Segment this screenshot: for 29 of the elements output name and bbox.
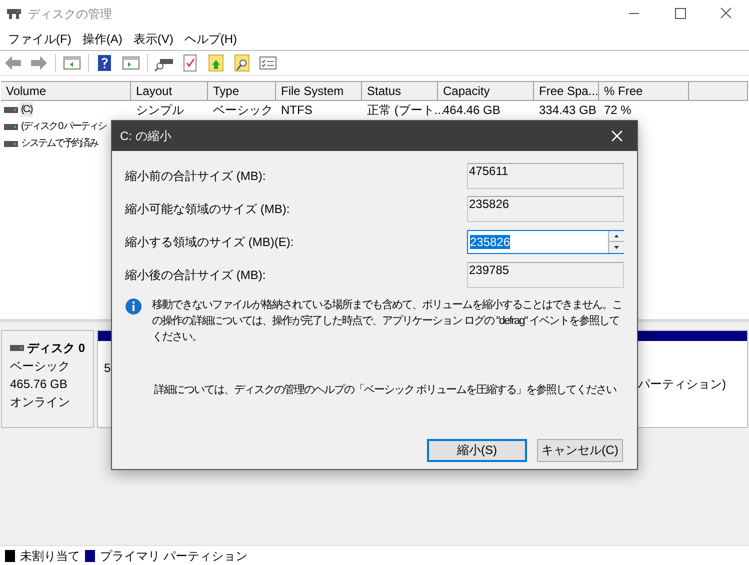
field-label: 縮小可能な領域のサイズ (MB): (125, 201, 291, 218)
table-cell-text: シンプル (135, 102, 185, 118)
readonly-field: 475611 (467, 163, 624, 189)
window-title: ディスクの管理 (28, 6, 112, 22)
legend-label: 未割り当て (20, 548, 80, 564)
disk-size: 465.76 GB (10, 376, 68, 393)
field-label: 縮小後の合計サイズ (MB): (125, 267, 267, 284)
field-label: 縮小前の合計サイズ (MB): (125, 168, 267, 185)
readonly-field: 235826 (467, 196, 624, 222)
table-cell-text: 334.43 GB (538, 102, 598, 118)
help-message: 詳細については、ディスクの管理のヘルプの「ベーシック ボリュームを圧縮する」を参照してください (154, 382, 616, 398)
field-value: 235826 (470, 235, 510, 249)
table-cell-text: ベーシック (212, 102, 274, 118)
disk-type: ベーシック (10, 358, 71, 375)
dialog-title: C: の縮小 (120, 128, 172, 145)
table-cell-text: 72 % (603, 102, 632, 118)
disk-name: ディスク 0 (27, 340, 85, 357)
disk-status: オンライン (10, 394, 71, 411)
table-cell: (C:) (20, 102, 33, 117)
table-cell-text: システムで予約済み (20, 136, 98, 151)
partition-label: パーティション) (638, 376, 727, 393)
partition-label: 5 (104, 360, 112, 377)
table-cell-text: 464.46 GB (443, 102, 502, 118)
readonly-field: 239785 (467, 262, 624, 288)
table-cell-text: NTFS (280, 102, 314, 118)
table-cell-text: (ディスク 0 パーティシ (20, 120, 107, 134)
info-message: 移動できないファイルが格納されている場所までも含めて、ボリュームを縮小することはできません。この操作の詳細については、操作が完了した時点で、アプリケーション ログの "defrag" イベントを参照してください。 (152, 298, 623, 345)
field-label: 縮小する領域のサイズ (MB)(E): (125, 234, 295, 251)
legend-label: プライマリ パーティション (100, 548, 248, 564)
